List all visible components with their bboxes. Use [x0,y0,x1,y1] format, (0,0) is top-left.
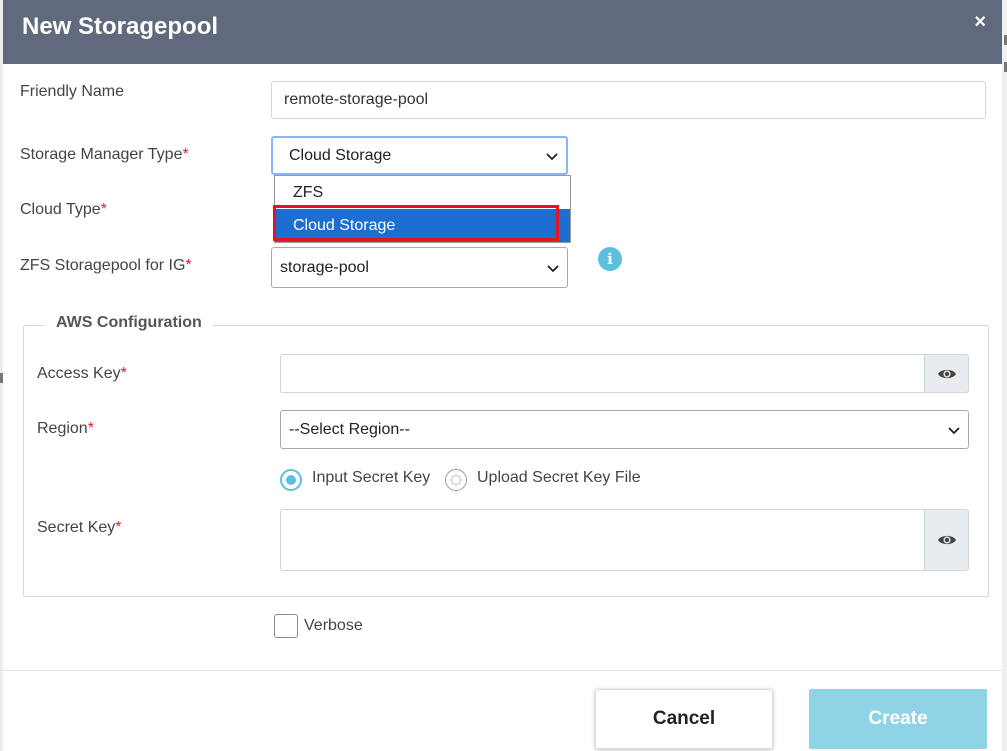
radio-input-secret-key-label[interactable]: Input Secret Key [312,469,430,487]
region-label-text: Region [37,420,88,437]
zfs-storagepool-label: ZFS Storagepool for IG* [20,257,192,275]
radio-input-secret-key[interactable] [280,469,302,491]
required-mark: * [87,420,94,437]
eye-icon [937,369,956,378]
required-mark: * [100,201,107,218]
chevron-down-icon [546,152,558,160]
chevron-down-icon [547,264,559,272]
radio-upload-secret-key-file-label[interactable]: Upload Secret Key File [477,469,641,487]
chevron-down-icon [948,426,960,434]
info-icon[interactable]: i [598,247,622,271]
cloud-type-label: Cloud Type* [20,201,107,219]
modal-header: New Storagepool × [3,0,1002,64]
storage-manager-type-selected: Cloud Storage [289,146,392,164]
required-mark: * [120,365,127,382]
storage-manager-type-label: Storage Manager Type* [20,146,189,164]
aws-configuration-legend: AWS Configuration [45,314,213,332]
secret-key-label-text: Secret Key [37,519,116,536]
friendly-name-value: remote-storage-pool [284,91,429,108]
region-selected: --Select Region-- [289,420,410,438]
secret-key-textarea[interactable] [280,509,925,571]
cancel-button[interactable]: Cancel [595,689,773,749]
required-mark: * [182,146,189,163]
zfs-storagepool-label-text: ZFS Storagepool for IG [20,257,186,274]
storage-manager-type-label-text: Storage Manager Type [20,146,183,163]
zfs-storagepool-select[interactable]: storage-pool [271,247,568,288]
access-key-label: Access Key* [37,365,127,383]
highlight-annotation [273,205,559,241]
storage-manager-type-select[interactable]: Cloud Storage [271,136,568,175]
zfs-storagepool-selected: storage-pool [280,258,369,276]
required-mark: * [185,257,192,274]
eye-icon [937,535,956,545]
close-icon[interactable]: × [974,10,986,34]
secret-key-label: Secret Key* [37,519,122,537]
access-key-label-text: Access Key [37,365,121,382]
region-select[interactable]: --Select Region-- [280,410,969,449]
friendly-name-input[interactable]: remote-storage-pool [271,81,986,119]
new-storagepool-modal: New Storagepool × Friendly Name remote-s… [3,0,1002,751]
required-mark: * [115,519,122,536]
friendly-name-label: Friendly Name [20,83,124,101]
modal-title: New Storagepool [22,13,219,40]
create-button[interactable]: Create [809,689,987,749]
verbose-checkbox[interactable] [274,614,298,638]
region-label: Region* [37,420,94,438]
friendly-name-label-text: Friendly Name [20,83,125,100]
access-key-input[interactable] [280,354,925,393]
footer-divider [3,670,1002,671]
cloud-type-label-text: Cloud Type [20,201,101,218]
secret-key-toggle-visibility[interactable] [925,509,969,571]
radio-upload-secret-key-file[interactable] [445,469,467,491]
access-key-toggle-visibility[interactable] [925,354,969,393]
verbose-label[interactable]: Verbose [304,617,363,635]
